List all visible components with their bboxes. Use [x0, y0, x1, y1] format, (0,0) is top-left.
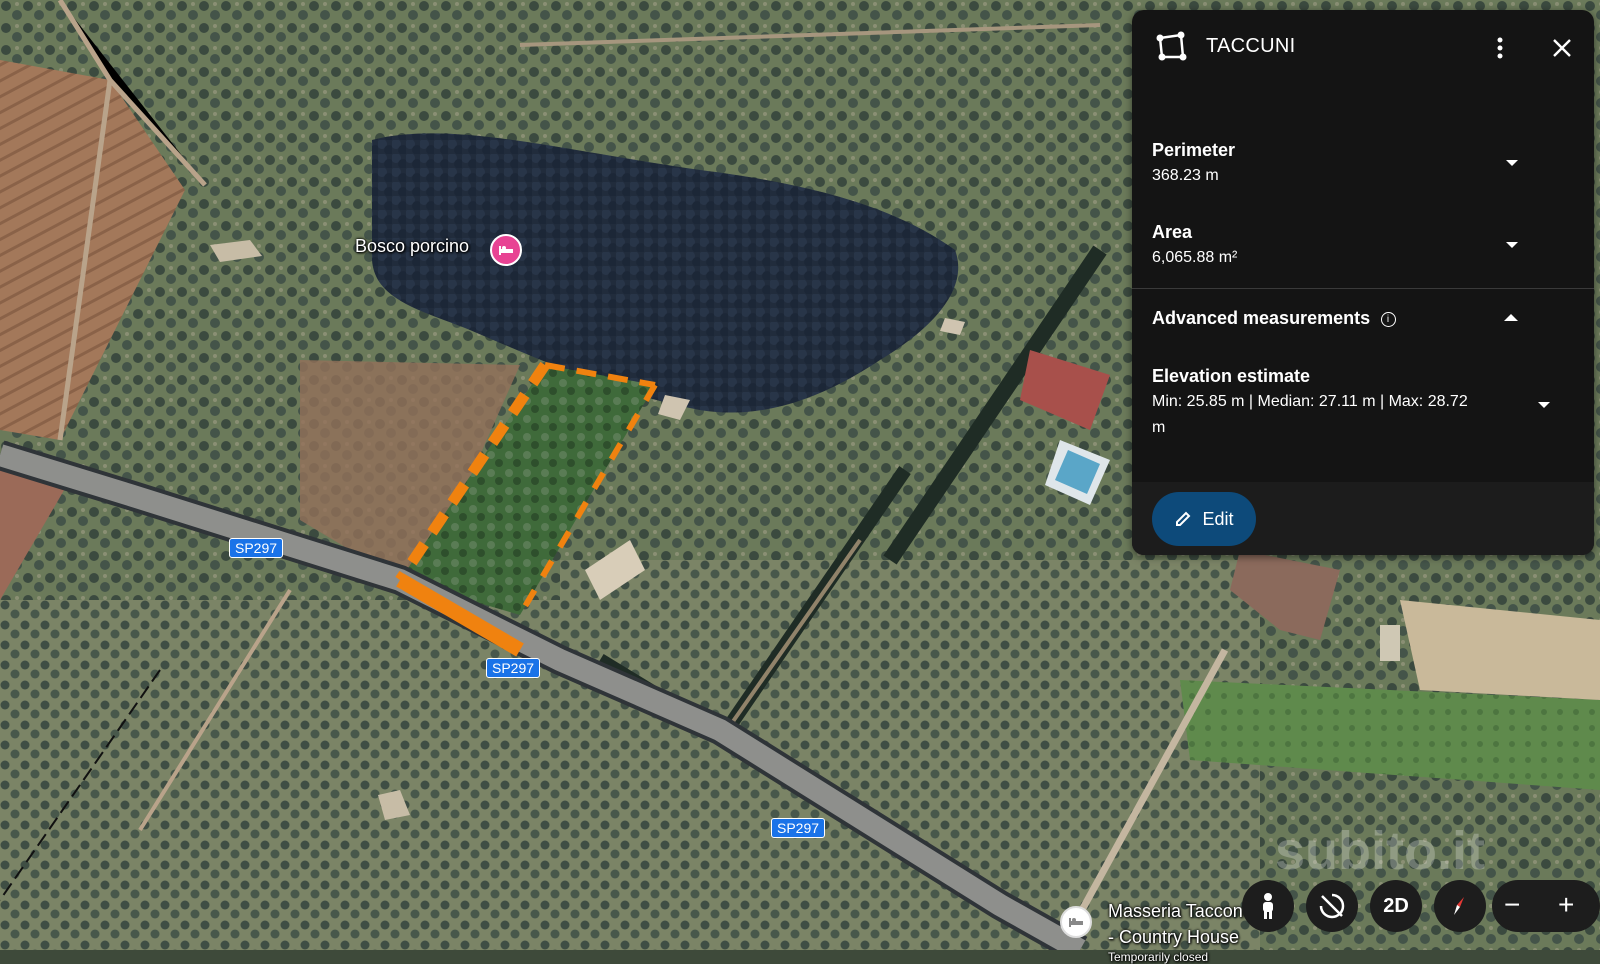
edit-label: Edit [1202, 508, 1234, 529]
hotel-pin-icon[interactable] [1060, 906, 1092, 938]
watermark: subito.it [1275, 821, 1485, 881]
place-line-2: - Country House [1108, 927, 1240, 947]
chevron-down-icon[interactable] [1506, 160, 1518, 166]
perimeter-value: 368.23 m [1152, 167, 1219, 184]
place-status: Temporarily closed [1108, 950, 1209, 964]
place-line-1: Masseria Taccone [1108, 901, 1253, 921]
advanced-measurements-row[interactable]: Advanced measurements i [1152, 308, 1562, 329]
chevron-up-icon[interactable] [1504, 314, 1518, 321]
road-shield-sp297: SP297 [771, 818, 826, 838]
perimeter-row[interactable]: Perimeter 368.23 m [1152, 140, 1562, 189]
elevation-row[interactable]: Elevation estimate Min: 25.85 m | Median… [1152, 366, 1472, 441]
close-icon[interactable] [1546, 32, 1578, 64]
area-row[interactable]: Area 6,065.88 m² [1152, 222, 1562, 271]
panel-header: TACCUNI [1132, 10, 1594, 84]
elevation-value: Min: 25.85 m | Median: 27.11 m | Max: 28… [1152, 393, 1468, 436]
zoom-out-button[interactable]: − [1504, 889, 1520, 921]
more-options-icon[interactable] [1484, 32, 1516, 64]
road-shield-sp297: SP297 [486, 658, 541, 678]
chevron-down-icon[interactable] [1506, 242, 1518, 248]
pegman-icon[interactable] [1242, 880, 1294, 932]
advanced-measurements-label: Advanced measurements [1152, 308, 1371, 328]
place-label-bosco-porcino[interactable]: Bosco porcino [355, 236, 469, 257]
place-label-masseria-taccone[interactable]: Masseria Taccone - Country House Tempora… [1108, 898, 1253, 964]
road-shield-sp297: SP297 [229, 538, 284, 558]
compass-icon[interactable] [1434, 880, 1486, 932]
toggle-2d-button[interactable]: 2D [1370, 880, 1422, 932]
edit-button[interactable]: Edit [1152, 492, 1256, 546]
zoom-in-button[interactable]: + [1558, 889, 1574, 921]
hotel-pin-icon[interactable] [490, 234, 522, 266]
measurement-panel: TACCUNI Perimeter 368.23 m Area 6,065.88… [1132, 10, 1594, 555]
perimeter-label: Perimeter [1152, 140, 1236, 160]
rotation-lock-icon[interactable] [1306, 880, 1358, 932]
area-value: 6,065.88 m² [1152, 249, 1238, 266]
chevron-down-icon[interactable] [1538, 402, 1550, 408]
elevation-label: Elevation estimate [1152, 366, 1311, 386]
info-icon[interactable]: i [1380, 312, 1396, 327]
zoom-controls: − + [1492, 880, 1600, 932]
polygon-measure-icon [1154, 30, 1188, 69]
pencil-icon [1176, 511, 1191, 526]
area-label: Area [1152, 222, 1193, 242]
panel-title: TACCUNI [1206, 35, 1296, 57]
divider [1132, 288, 1594, 289]
